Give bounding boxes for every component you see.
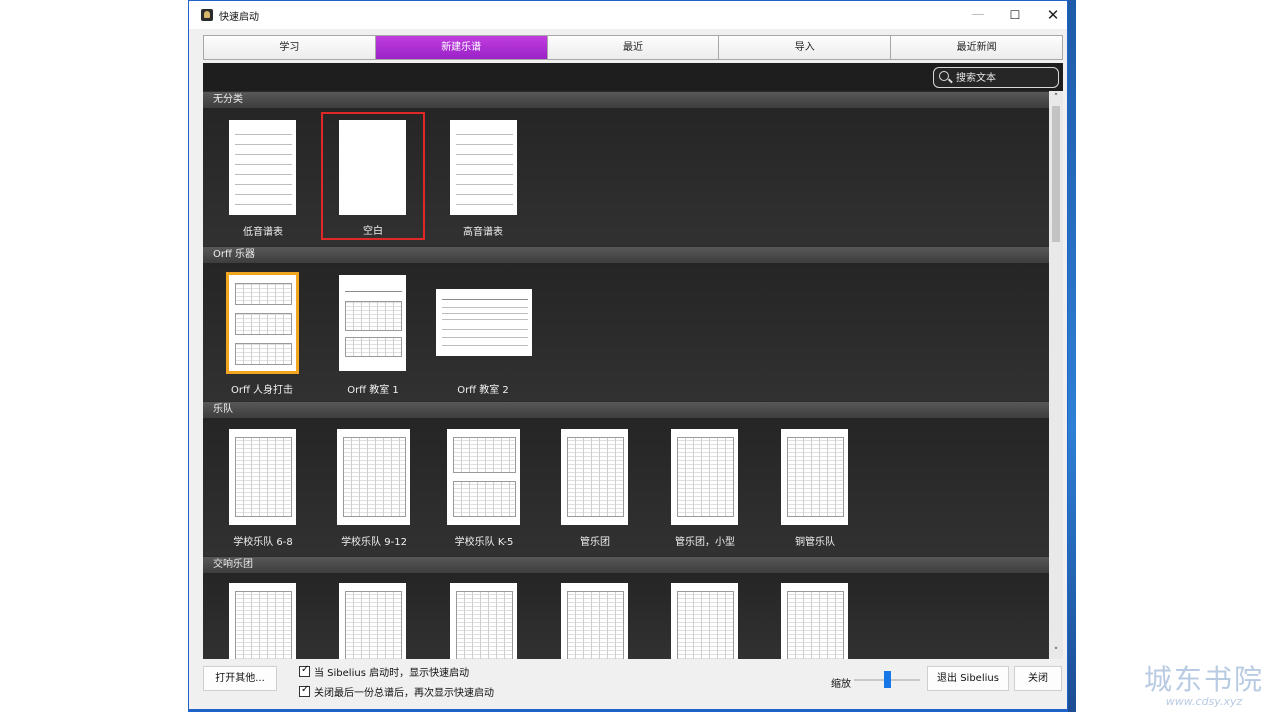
template-thumbnail [436, 289, 532, 356]
close-window-button[interactable]: ✕ [1039, 5, 1067, 25]
section-orchestra [203, 573, 1049, 659]
show-after-close-option[interactable]: 关闭最后一份总谱后，再次显示快速启动 [299, 683, 494, 699]
search-icon [939, 71, 949, 81]
window-title: 快速启动 [219, 12, 259, 23]
template-tile-school-band-9-12[interactable]: 学校乐队 9-12 [329, 423, 433, 551]
template-label: Orff 教室 2 [457, 385, 509, 396]
template-tile-school-band-k-5[interactable]: 学校乐队 K-5 [439, 423, 543, 551]
template-tile-orff-body-percussion[interactable]: Orff 人身打击 [217, 269, 321, 397]
watermark: 城东书院 www.cdsy.xyz [1142, 664, 1266, 708]
title-bar: 快速启动 — ☐ ✕ [189, 1, 1067, 29]
zoom-slider-handle[interactable] [884, 671, 891, 688]
tab-latest-news[interactable]: 最近新闻 [891, 36, 1062, 59]
search-bar [203, 63, 1063, 91]
template-thumbnail [671, 583, 738, 659]
template-tile[interactable] [549, 578, 653, 659]
desktop-background [1068, 0, 1076, 712]
template-label: 管乐团，小型 [675, 537, 735, 548]
open-other-button[interactable]: 打开其他... [203, 666, 277, 691]
show-after-close-label: 关闭最后一份总谱后，再次显示快速启动 [314, 687, 494, 699]
quick-start-window: 快速启动 — ☐ ✕ 学习 新建乐谱 最近 导入 最近新闻 无分类 低音谱表 [188, 0, 1068, 712]
scroll-thumb[interactable] [1052, 106, 1060, 242]
show-on-startup-label: 当 Sibelius 启动时，显示快速启动 [314, 667, 470, 679]
template-label: 学校乐队 9-12 [341, 537, 407, 548]
watermark-url: www.cdsy.xyz [1165, 695, 1243, 708]
section-header-uncategorized: 无分类 [203, 92, 1049, 108]
show-after-close-checkbox[interactable] [299, 684, 310, 697]
show-on-startup-option[interactable]: 当 Sibelius 启动时，显示快速启动 [299, 663, 469, 679]
template-tile[interactable] [333, 578, 437, 659]
section-band: 学校乐队 6-8 学校乐队 9-12 学校乐队 K-5 管乐团 管乐团，小型 铜… [203, 418, 1049, 556]
section-uncategorized: 低音谱表 空白 高音谱表 [203, 108, 1049, 246]
template-label: 铜管乐队 [795, 537, 835, 548]
zoom-label: 缩放 [831, 679, 851, 690]
template-thumbnail [781, 429, 848, 525]
minimize-button[interactable]: — [964, 5, 992, 25]
template-label: 学校乐队 K-5 [454, 537, 514, 548]
template-thumbnail [450, 583, 517, 659]
search-box[interactable] [933, 67, 1059, 88]
section-orff: Orff 人身打击 Orff 教室 1 Orff 教室 2 [203, 263, 1049, 401]
template-label: 低音谱表 [243, 227, 283, 238]
scroll-up-icon[interactable]: ˄ [1049, 91, 1063, 105]
template-tile-wind-band[interactable]: 管乐团 [549, 423, 653, 551]
template-thumbnail [447, 429, 520, 525]
template-thumbnail [339, 120, 406, 215]
tab-recent[interactable]: 最近 [547, 36, 720, 59]
template-tile-wind-band-small[interactable]: 管乐团，小型 [659, 423, 763, 551]
tab-import[interactable]: 导入 [719, 36, 892, 59]
template-tile-school-band-6-8[interactable]: 学校乐队 6-8 [221, 423, 325, 551]
template-thumbnail [339, 275, 406, 371]
template-thumbnail [229, 429, 296, 525]
section-header-orff: Orff 乐器 [203, 247, 1049, 263]
show-on-startup-checkbox[interactable] [299, 664, 310, 677]
template-label: 学校乐队 6-8 [233, 537, 293, 548]
template-label: Orff 人身打击 [230, 385, 294, 396]
maximize-button[interactable]: ☐ [1001, 5, 1029, 25]
template-tile-orff-classroom-1[interactable]: Orff 教室 1 [333, 269, 437, 397]
template-thumbnail [671, 429, 738, 525]
template-thumbnail [339, 583, 406, 659]
template-label: 管乐团 [580, 537, 610, 548]
template-tile[interactable] [659, 578, 763, 659]
template-label: 空白 [363, 226, 383, 237]
quit-sibelius-button[interactable]: 退出 Sibelius [927, 666, 1009, 691]
template-thumbnail [450, 120, 517, 215]
template-tile[interactable] [443, 578, 547, 659]
vertical-scrollbar[interactable]: ˄ ˅ [1049, 91, 1063, 659]
close-button[interactable]: 关闭 [1014, 666, 1062, 691]
template-tile-brass-band[interactable]: 铜管乐队 [769, 423, 873, 551]
template-tile-treble-staff[interactable]: 高音谱表 [443, 113, 547, 241]
template-thumbnail [229, 120, 296, 215]
template-tile-blank[interactable]: 空白 [321, 112, 425, 240]
tab-learn[interactable]: 学习 [204, 36, 376, 59]
template-thumbnail [561, 583, 628, 659]
template-thumbnail [229, 583, 296, 659]
template-thumbnail [226, 272, 299, 374]
template-label: Orff 教室 1 [347, 385, 399, 396]
footer-bar: 打开其他... 当 Sibelius 启动时，显示快速启动 关闭最后一份总谱后，… [189, 659, 1067, 709]
tab-bar: 学习 新建乐谱 最近 导入 最近新闻 [203, 35, 1063, 60]
template-tile[interactable] [769, 578, 873, 659]
template-thumbnail [781, 583, 848, 659]
watermark-name: 城东书院 [1143, 663, 1264, 696]
template-thumbnail [337, 429, 410, 525]
tab-new-score[interactable]: 新建乐谱 [375, 36, 548, 59]
search-input[interactable] [956, 70, 1056, 86]
section-header-orchestra: 交响乐团 [203, 557, 1049, 573]
template-tile-bass-staff[interactable]: 低音谱表 [221, 113, 325, 241]
scroll-down-icon[interactable]: ˅ [1049, 645, 1063, 659]
sibelius-app-icon [201, 9, 213, 21]
section-header-band: 乐队 [203, 402, 1049, 418]
template-tile[interactable] [221, 578, 325, 659]
template-label: 高音谱表 [463, 227, 503, 238]
template-thumbnail [561, 429, 628, 525]
template-tile-orff-classroom-2[interactable]: Orff 教室 2 [433, 269, 537, 397]
template-gallery: 无分类 低音谱表 空白 高音谱表 Orff 乐器 [203, 63, 1063, 659]
